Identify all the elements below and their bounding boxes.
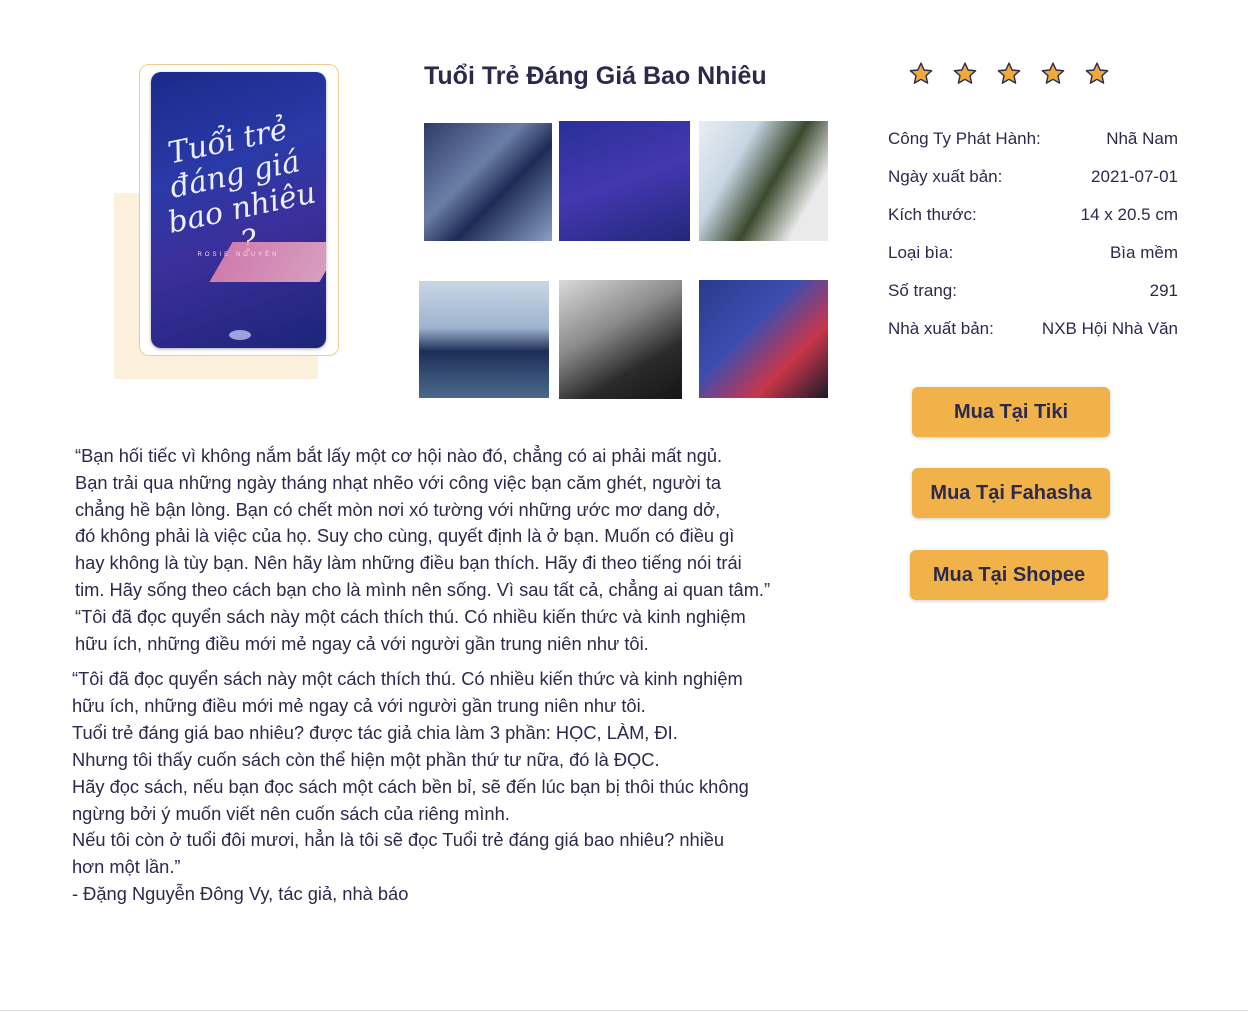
info-row-cover-type: Loại bìa: Bìa mềm xyxy=(888,234,1178,272)
book-cover-image: Tuổi trẻ đáng giá bao nhiêu ? ROSIE NGUY… xyxy=(151,72,326,348)
gallery-image-4[interactable] xyxy=(419,281,549,398)
description-line: ngừng bởi ý muốn viết nên cuốn sách của … xyxy=(72,802,510,824)
description-line: “Tôi đã đọc quyển sách này một cách thíc… xyxy=(75,605,746,627)
info-value: 291 xyxy=(1149,281,1178,300)
gallery-image-2[interactable] xyxy=(559,121,690,241)
star-icon xyxy=(1085,62,1109,84)
description-line: “Tôi đã đọc quyển sách này một cách thíc… xyxy=(72,668,743,689)
description-line: đó không phải là việc của họ. Suy cho cù… xyxy=(75,525,735,547)
description-line: Nhưng tôi thấy cuốn sách còn thể hiện mộ… xyxy=(72,748,660,770)
description-line: Bạn trải qua những ngày tháng nhạt nhẽo … xyxy=(75,471,722,493)
info-row-publish-date: Ngày xuất bản: 2021-07-01 xyxy=(888,158,1178,196)
info-row-publisher-company: Công Ty Phát Hành: Nhã Nam xyxy=(888,120,1178,158)
info-label: Nhà xuất bản: xyxy=(888,319,994,338)
info-label: Loại bìa: xyxy=(888,243,954,262)
info-value: NXB Hội Nhà Văn xyxy=(1041,319,1178,338)
buy-fahasha-button[interactable]: Mua Tại Fahasha xyxy=(912,468,1110,518)
info-value: Nhã Nam xyxy=(1106,129,1178,148)
info-label: Số trang: xyxy=(888,281,957,300)
buy-shopee-button[interactable]: Mua Tại Shopee xyxy=(910,550,1108,600)
star-icon xyxy=(909,62,933,84)
description-line: tim. Hãy sống theo cách bạn cho là mình … xyxy=(75,578,771,600)
description-paragraph-1: “Bạn hối tiếc vì không nắm bắt lấy một c… xyxy=(75,443,855,657)
star-icon xyxy=(953,62,977,84)
book-title: Tuổi Trẻ Đáng Giá Bao Nhiêu xyxy=(424,62,767,90)
gallery-image-6[interactable] xyxy=(699,280,828,398)
gallery-image-1[interactable] xyxy=(424,123,552,241)
star-icon xyxy=(1041,62,1065,84)
gallery-image-3[interactable] xyxy=(699,121,828,241)
gallery-image-5[interactable] xyxy=(559,280,682,399)
star-icon xyxy=(997,62,1021,84)
description-line: hữu ích, những điều mới mẻ ngay cả với n… xyxy=(72,694,646,716)
description-line: hữu ích, những điều mới mẻ ngay cả với n… xyxy=(75,632,649,654)
description-line: “Bạn hối tiếc vì không nắm bắt lấy một c… xyxy=(75,445,723,466)
info-value: Bìa mềm xyxy=(1109,243,1178,262)
publisher-logo xyxy=(229,330,251,340)
description-line: chẳng hề bận lòng. Bạn có chết mòn nơi x… xyxy=(75,498,721,520)
description-line: hay không là tùy bạn. Nên hãy làm những … xyxy=(75,552,742,574)
info-row-size: Kích thước: 14 x 20.5 cm xyxy=(888,196,1178,234)
book-info-table: Công Ty Phát Hành: Nhã Nam Ngày xuất bản… xyxy=(888,120,1178,348)
info-value: 2021-07-01 xyxy=(1091,167,1178,186)
info-label: Ngày xuất bản: xyxy=(888,167,1003,186)
description-line: hơn một lần.” xyxy=(72,856,181,878)
info-row-pages: Số trang: 291 xyxy=(888,272,1178,310)
description-line: Nếu tôi còn ở tuổi đôi mươi, hẳn là tôi … xyxy=(72,829,725,851)
info-label: Kích thước: xyxy=(888,205,977,224)
info-label: Công Ty Phát Hành: xyxy=(888,129,1041,148)
review-attribution: - Đặng Nguyễn Đông Vy, tác giả, nhà báo xyxy=(72,883,409,905)
cover-author: ROSIE NGUYỄN xyxy=(197,252,280,258)
rating-stars xyxy=(908,61,1110,87)
bottom-divider xyxy=(0,1010,1248,1011)
info-value: 14 x 20.5 cm xyxy=(1080,205,1178,224)
description-line: Tuổi trẻ đáng giá bao nhiêu? được tác gi… xyxy=(72,721,678,743)
description-line: Hãy đọc sách, nếu bạn đọc sách một cách … xyxy=(72,775,749,797)
buy-tiki-button[interactable]: Mua Tại Tiki xyxy=(912,387,1110,437)
description-paragraph-2: “Tôi đã đọc quyển sách này một cách thíc… xyxy=(72,666,832,908)
info-row-publisher: Nhà xuất bản: NXB Hội Nhà Văn xyxy=(888,310,1178,348)
